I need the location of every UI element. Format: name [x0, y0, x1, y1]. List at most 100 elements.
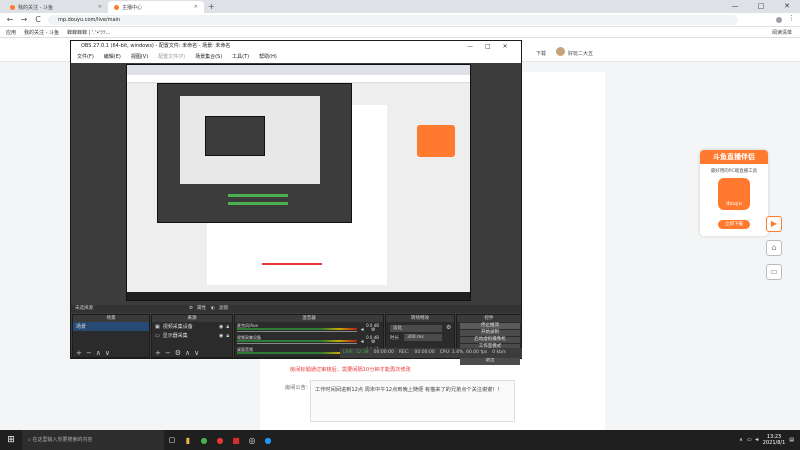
menu-file[interactable]: 文件(F) — [77, 52, 94, 63]
preview-nested-preview — [180, 96, 320, 184]
reload-icon[interactable]: C — [32, 13, 44, 27]
lock-icon[interactable]: 🔒︎ — [226, 333, 229, 339]
menu-help[interactable]: 帮助(H) — [259, 52, 277, 63]
forward-icon[interactable]: → — [18, 13, 30, 27]
notification-icon[interactable]: ▤ — [789, 437, 794, 443]
home-icon[interactable]: ⌂ — [766, 240, 782, 256]
menu-view[interactable]: 视图(V) — [131, 52, 148, 63]
companion-ad[interactable]: 斗鱼直播伴侣 最好用的PC端直播工具 douyu 立即下载 — [700, 150, 768, 236]
speaker-icon[interactable]: 🔊︎ — [361, 339, 364, 345]
browser-tab[interactable]: 我的关注 - 斗鱼 ✕ — [4, 1, 108, 13]
download-link[interactable]: 下载 — [536, 50, 546, 57]
exit-button[interactable]: 退出 — [460, 358, 520, 365]
reading-list[interactable]: 阅读清单 — [772, 29, 792, 36]
back-icon[interactable]: ← — [4, 13, 16, 27]
virtual-camera-button[interactable]: 启动虚拟摄像机 — [460, 336, 520, 344]
duration-input[interactable]: 300 ms — [404, 334, 442, 341]
new-tab-button[interactable]: + — [208, 0, 215, 13]
minimize-button[interactable]: — — [722, 0, 748, 13]
eye-icon[interactable]: ◉ — [219, 333, 223, 339]
gear-icon[interactable]: ⚙ — [446, 324, 451, 331]
preview-address — [127, 75, 470, 83]
bookmark-apps[interactable]: 应用 — [6, 29, 16, 36]
volume-slider[interactable] — [237, 343, 357, 344]
bookmark-other[interactable]: 蝉蝉蝉蝉 | '.'•'ﾂﾂ... — [67, 29, 110, 36]
taskbar-search[interactable]: ⌕ 在这里输入你要搜索的内容 — [22, 430, 164, 450]
properties-button[interactable]: 属性 — [197, 305, 206, 313]
volume-icon[interactable]: 🔊︎ — [756, 437, 759, 443]
volume-meter — [237, 352, 357, 354]
app-icon[interactable]: ● — [260, 436, 276, 445]
source-item[interactable]: ▣ 视频采集设备 ◉ 🔒︎ — [152, 322, 232, 331]
gear-icon[interactable]: ⚙ — [371, 339, 375, 345]
mixer-header: 混音器 — [235, 315, 383, 322]
url-bar[interactable]: mp.douyu.com/live/main — [48, 15, 738, 25]
chrome-icon[interactable]: ● — [196, 436, 212, 445]
app-icon[interactable]: ● — [212, 436, 228, 445]
menu-profile[interactable]: 配置文件(P) — [158, 52, 185, 63]
close-tab-icon[interactable]: ✕ — [98, 4, 102, 10]
network-icon[interactable]: ▭ — [747, 437, 752, 443]
file-explorer-icon[interactable]: ▮ — [180, 436, 196, 445]
stop-streaming-button[interactable]: 停止推流 — [460, 322, 520, 330]
close-tab-icon[interactable]: ✕ — [194, 4, 198, 10]
tray-up-icon[interactable]: ∧ — [739, 437, 743, 443]
transition-select[interactable]: 淡化 — [390, 325, 442, 332]
scene-controls[interactable]: +−∧∨ — [76, 349, 114, 357]
close-window-button[interactable]: ✕ — [774, 0, 800, 13]
source-label: 视频采集设备 — [162, 324, 193, 330]
ad-download-button[interactable]: 立即下载 — [718, 220, 750, 229]
announcement-input[interactable]: 工作时间间进到12点 周末中午12点到晚上随便 有猫来了的兄弟点个关注谢谢！！ — [310, 380, 515, 422]
maximize-button[interactable]: □ — [748, 0, 774, 13]
clock-date: 2021/8/1 — [762, 440, 786, 446]
user-name[interactable]: 好玩二大五 — [568, 50, 593, 57]
search-placeholder: 在这里输入你要搜索的内容 — [32, 437, 93, 443]
browser-tab-active[interactable]: 主播中心 ✕ — [108, 1, 204, 13]
windows-taskbar: ⊞ ⌕ 在这里输入你要搜索的内容 ▢ ▮ ● ● ■ ◎ ● ∧ ▭ 🔊︎ 13… — [0, 430, 800, 450]
menu-tools[interactable]: 工具(T) — [232, 52, 249, 63]
obs-window-controls[interactable]: —□✕ — [467, 41, 520, 52]
clock[interactable]: 13:23 2021/8/1 — [763, 434, 785, 446]
preview-meter — [228, 202, 288, 205]
scene-item[interactable]: 场景 — [73, 322, 149, 331]
obs-title-bar: OBS 27.0.1 (64-bit, windows) - 配置文件: 未命名… — [71, 41, 521, 52]
bookmarks-bar: 应用 我的关注 - 斗鱼 蝉蝉蝉蝉 | '.'•'ﾂﾂ... 阅读清单 — [0, 27, 800, 38]
volume-slider[interactable] — [237, 331, 357, 332]
tab-title: 我的关注 - 斗鱼 — [18, 4, 53, 11]
gear-icon[interactable]: ⚙ — [189, 305, 193, 313]
user-avatar[interactable] — [556, 47, 565, 56]
rec-time: 00:00:00 — [414, 350, 435, 355]
obs-window: OBS 27.0.1 (64-bit, windows) - 配置文件: 未命名… — [70, 40, 522, 365]
lock-icon[interactable]: 🔒︎ — [226, 324, 229, 330]
start-recording-button[interactable]: 开始录制 — [460, 329, 520, 337]
menu-icon[interactable]: ⋮ — [788, 14, 795, 22]
sources-dock: 来源 ▣ 视频采集设备 ◉ 🔒︎ ▭ 显示器采集 ◉ 🔒︎ +−⚙∧∨ — [151, 314, 233, 358]
source-item[interactable]: ▭ 显示器采集 ◉ 🔒︎ — [152, 331, 232, 340]
profile-avatar[interactable] — [776, 17, 782, 23]
ad-title: 斗鱼直播伴侣 — [700, 150, 768, 164]
app-icon[interactable]: ■ — [228, 436, 244, 445]
obs-menubar: 文件(F) 编辑(E) 视图(V) 配置文件(P) 场景集合(S) 工具(T) … — [71, 52, 521, 63]
filter-icon[interactable]: ◐ — [211, 305, 215, 313]
no-source-label: 未选择源 — [75, 306, 93, 311]
source-controls[interactable]: +−⚙∧∨ — [155, 349, 203, 357]
eye-icon[interactable]: ◉ — [219, 324, 223, 330]
preview-taskbar — [127, 292, 470, 300]
menu-edit[interactable]: 编辑(E) — [104, 52, 121, 63]
speaker-icon[interactable]: 🔊︎ — [361, 327, 364, 333]
source-icon: ▭ — [155, 332, 160, 339]
scenes-header: 场景 — [73, 315, 149, 322]
obs-icon[interactable]: ◎ — [244, 436, 260, 445]
task-view-icon[interactable]: ▢ — [164, 436, 180, 444]
screen-icon[interactable]: ▭ — [766, 264, 782, 280]
menu-scene-collection[interactable]: 场景集合(S) — [195, 52, 222, 63]
obs-preview[interactable] — [126, 64, 471, 301]
scenes-dock: 场景 场景 +−∧∨ — [72, 314, 150, 358]
gear-icon[interactable]: ⚙ — [371, 327, 375, 333]
source-label: 显示器采集 — [162, 333, 188, 339]
windows-start-icon[interactable]: ⊞ — [0, 435, 22, 445]
play-icon[interactable]: ▶ — [766, 216, 782, 232]
filters-button[interactable]: 滤镜 — [219, 305, 228, 313]
tab-favicon-icon — [114, 4, 119, 10]
bookmark-follow[interactable]: 我的关注 - 斗鱼 — [24, 29, 59, 36]
